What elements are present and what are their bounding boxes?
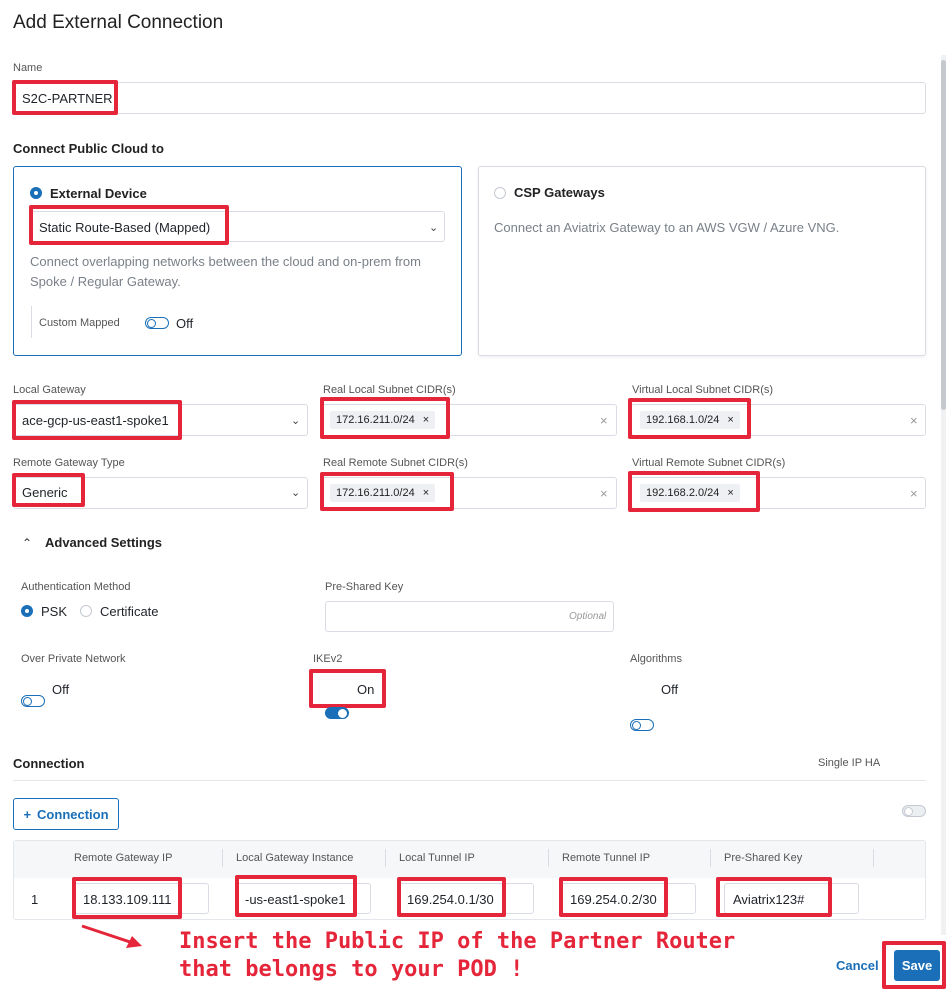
private-network-state: Off [52, 682, 70, 697]
algorithms-label: Algorithms [630, 653, 682, 665]
remote-type-value: Generic [22, 485, 68, 500]
divider [31, 306, 32, 338]
annotation-line-1: Insert the Public IP of the Partner Rout… [175, 928, 740, 956]
ikev2-label: IKEv2 [313, 653, 343, 665]
connection-heading: Connection [13, 756, 85, 771]
remote-tunnel-ip-value: 169.254.0.2/30 [570, 892, 657, 907]
pre-shared-key-value: Aviatrix123# [733, 892, 805, 907]
psk-radio[interactable] [21, 605, 33, 617]
column-header: Local Tunnel IP [399, 852, 475, 864]
row-index: 1 [31, 892, 39, 907]
remote-gateway-ip-value: 18.133.109.111 [83, 892, 172, 907]
advanced-settings-toggle[interactable]: Advanced Settings [45, 535, 162, 550]
virtual-remote-label: Virtual Remote Subnet CIDR(s) [632, 457, 786, 469]
add-connection-label: Connection [37, 806, 109, 822]
column-header: Pre-Shared Key [724, 852, 803, 864]
chevron-down-icon: ⌄ [291, 487, 301, 499]
annotation-arrow-icon [81, 924, 142, 948]
chip-remove-icon[interactable]: × [727, 487, 733, 499]
private-network-label: Over Private Network [21, 653, 126, 665]
highlight-box [309, 669, 386, 708]
external-device-radio[interactable] [30, 187, 42, 199]
cidr-chip: 192.168.1.0/24 × [640, 411, 740, 429]
cancel-button[interactable]: Cancel [836, 958, 879, 973]
clear-icon[interactable]: × [910, 413, 918, 428]
name-value: S2C-PARTNER [22, 91, 113, 106]
name-label: Name [13, 62, 43, 74]
custom-mapped-toggle[interactable] [145, 317, 169, 329]
virtual-local-label: Virtual Local Subnet CIDR(s) [632, 384, 774, 396]
real-local-label: Real Local Subnet CIDR(s) [323, 384, 456, 396]
column-divider [385, 849, 386, 867]
chevron-down-icon: ⌄ [291, 415, 301, 427]
chevron-up-icon[interactable]: ⌃ [22, 536, 32, 550]
add-connection-button[interactable]: + Connection [13, 798, 119, 830]
local-gateway-instance-value: -us-east1-spoke1 [245, 892, 346, 907]
cidr-chip: 172.16.211.0/24 × [330, 411, 436, 429]
cidr-chip: 192.168.2.0/24 × [640, 484, 740, 502]
chip-text: 172.16.211.0/24 [336, 487, 415, 499]
private-network-toggle[interactable] [21, 695, 45, 707]
local-gateway-value: ace-gcp-us-east1-spoke1 [22, 413, 169, 428]
page-title: Add External Connection [13, 12, 224, 33]
psk-placeholder: Optional [569, 611, 607, 622]
single-ip-ha-label: Single IP HA [818, 757, 881, 769]
column-divider [548, 849, 549, 867]
scrollbar-thumb[interactable] [941, 60, 946, 410]
chip-text: 192.168.2.0/24 [646, 487, 720, 499]
connection-type-value: Static Route-Based (Mapped) [39, 220, 211, 235]
save-button[interactable]: Save [894, 950, 940, 981]
column-divider [222, 849, 223, 867]
chip-remove-icon[interactable]: × [423, 414, 429, 426]
custom-mapped-label: Custom Mapped [39, 317, 120, 329]
csp-description: Connect an Aviatrix Gateway to an AWS VG… [494, 220, 840, 235]
local-gateway-label: Local Gateway [13, 384, 86, 396]
chevron-down-icon: ⌄ [429, 222, 439, 234]
chip-remove-icon[interactable]: × [727, 414, 733, 426]
custom-mapped-state: Off [176, 316, 194, 331]
cidr-chip: 172.16.211.0/24 × [330, 484, 436, 502]
psk-radio-label: PSK [41, 604, 68, 619]
remote-type-label: Remote Gateway Type [13, 457, 125, 469]
column-divider [710, 849, 711, 867]
annotation-line-2: that belongs to your POD ! [175, 956, 528, 984]
algorithms-toggle[interactable] [630, 719, 654, 731]
connect-heading: Connect Public Cloud to [13, 141, 164, 156]
single-ip-ha-toggle[interactable] [902, 805, 926, 817]
external-device-title: External Device [50, 186, 147, 201]
ikev2-state: On [357, 682, 375, 697]
chip-remove-icon[interactable]: × [423, 487, 429, 499]
column-divider [873, 849, 874, 867]
local-tunnel-ip-value: 169.254.0.1/30 [407, 892, 494, 907]
plus-icon: + [23, 806, 32, 822]
algorithms-state: Off [661, 682, 679, 697]
real-remote-label: Real Remote Subnet CIDR(s) [323, 457, 468, 469]
chip-text: 172.16.211.0/24 [336, 414, 415, 426]
csp-gateways-title: CSP Gateways [514, 185, 605, 200]
clear-icon[interactable]: × [600, 413, 608, 428]
column-header: Remote Gateway IP [74, 852, 173, 864]
external-description: Connect overlapping networks between the… [30, 254, 421, 289]
chip-text: 192.168.1.0/24 [646, 414, 720, 426]
clear-icon[interactable]: × [910, 486, 918, 501]
column-header: Remote Tunnel IP [562, 852, 651, 864]
name-input[interactable] [13, 82, 926, 114]
divider [13, 780, 926, 781]
certificate-radio[interactable] [80, 605, 92, 617]
psk-label: Pre-Shared Key [325, 581, 404, 593]
clear-icon[interactable]: × [600, 486, 608, 501]
certificate-radio-label: Certificate [100, 604, 159, 619]
column-header: Local Gateway Instance [236, 852, 354, 864]
ikev2-toggle[interactable] [325, 707, 349, 719]
auth-method-label: Authentication Method [21, 581, 131, 593]
csp-gateways-radio[interactable] [494, 187, 506, 199]
